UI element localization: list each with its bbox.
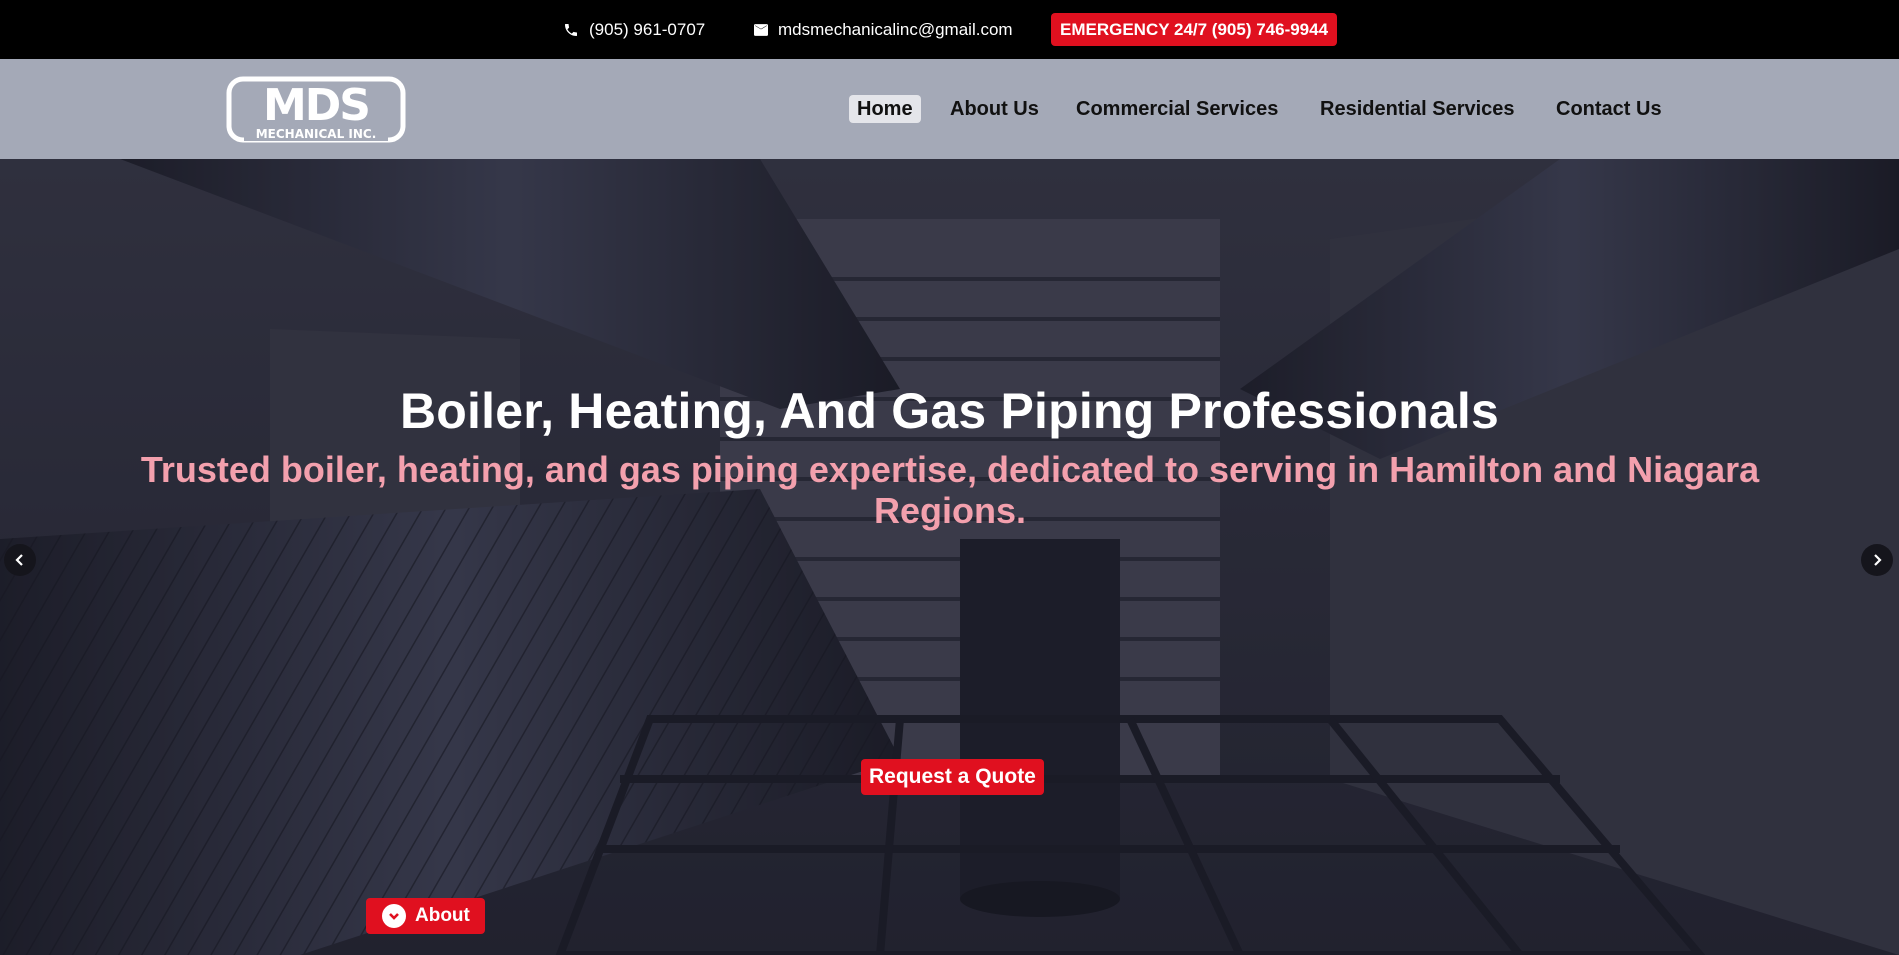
- hero-background-image: [0, 159, 1899, 955]
- top-contact-bar: (905) 961-0707 mdsmechanicalinc@gmail.co…: [0, 0, 1899, 59]
- main-header: MDS MECHANICAL INC. Home About Us Commer…: [0, 59, 1899, 159]
- emergency-phone-button[interactable]: EMERGENCY 24/7 (905) 746-9944: [1051, 13, 1338, 46]
- logo-sub-text: MECHANICAL INC.: [256, 127, 377, 141]
- email-link[interactable]: mdsmechanicalinc@gmail.com: [754, 0, 1013, 59]
- chevron-left-icon: [15, 554, 23, 566]
- hero-slider: Boiler, Heating, And Gas Piping Professi…: [0, 159, 1899, 955]
- email-address: mdsmechanicalinc@gmail.com: [778, 19, 1013, 39]
- phone-icon: [565, 23, 577, 36]
- request-quote-button[interactable]: Request a Quote: [861, 759, 1044, 795]
- slider-next-button[interactable]: [1861, 544, 1893, 576]
- nav-about-us[interactable]: About Us: [942, 95, 1047, 123]
- hero-title: Boiler, Heating, And Gas Piping Professi…: [399, 383, 1500, 439]
- nav-home[interactable]: Home: [849, 95, 921, 123]
- about-button-label: About: [415, 905, 470, 926]
- logo[interactable]: MDS MECHANICAL INC.: [226, 76, 406, 143]
- phone-number: (905) 961-0707: [589, 19, 706, 39]
- slider-prev-button[interactable]: [4, 544, 36, 576]
- envelope-icon: [754, 23, 768, 36]
- nav-commercial-services[interactable]: Commercial Services: [1068, 95, 1286, 123]
- about-button[interactable]: About: [366, 898, 485, 934]
- chevron-down-icon: [382, 904, 406, 928]
- phone-link[interactable]: (905) 961-0707: [563, 0, 705, 59]
- logo-main-text: MDS: [263, 80, 369, 131]
- hero-subtitle: Trusted boiler, heating, and gas piping …: [140, 449, 1760, 531]
- nav-contact-us[interactable]: Contact Us: [1548, 95, 1670, 123]
- nav-residential-services[interactable]: Residential Services: [1312, 95, 1523, 123]
- chevron-right-icon: [1874, 554, 1882, 566]
